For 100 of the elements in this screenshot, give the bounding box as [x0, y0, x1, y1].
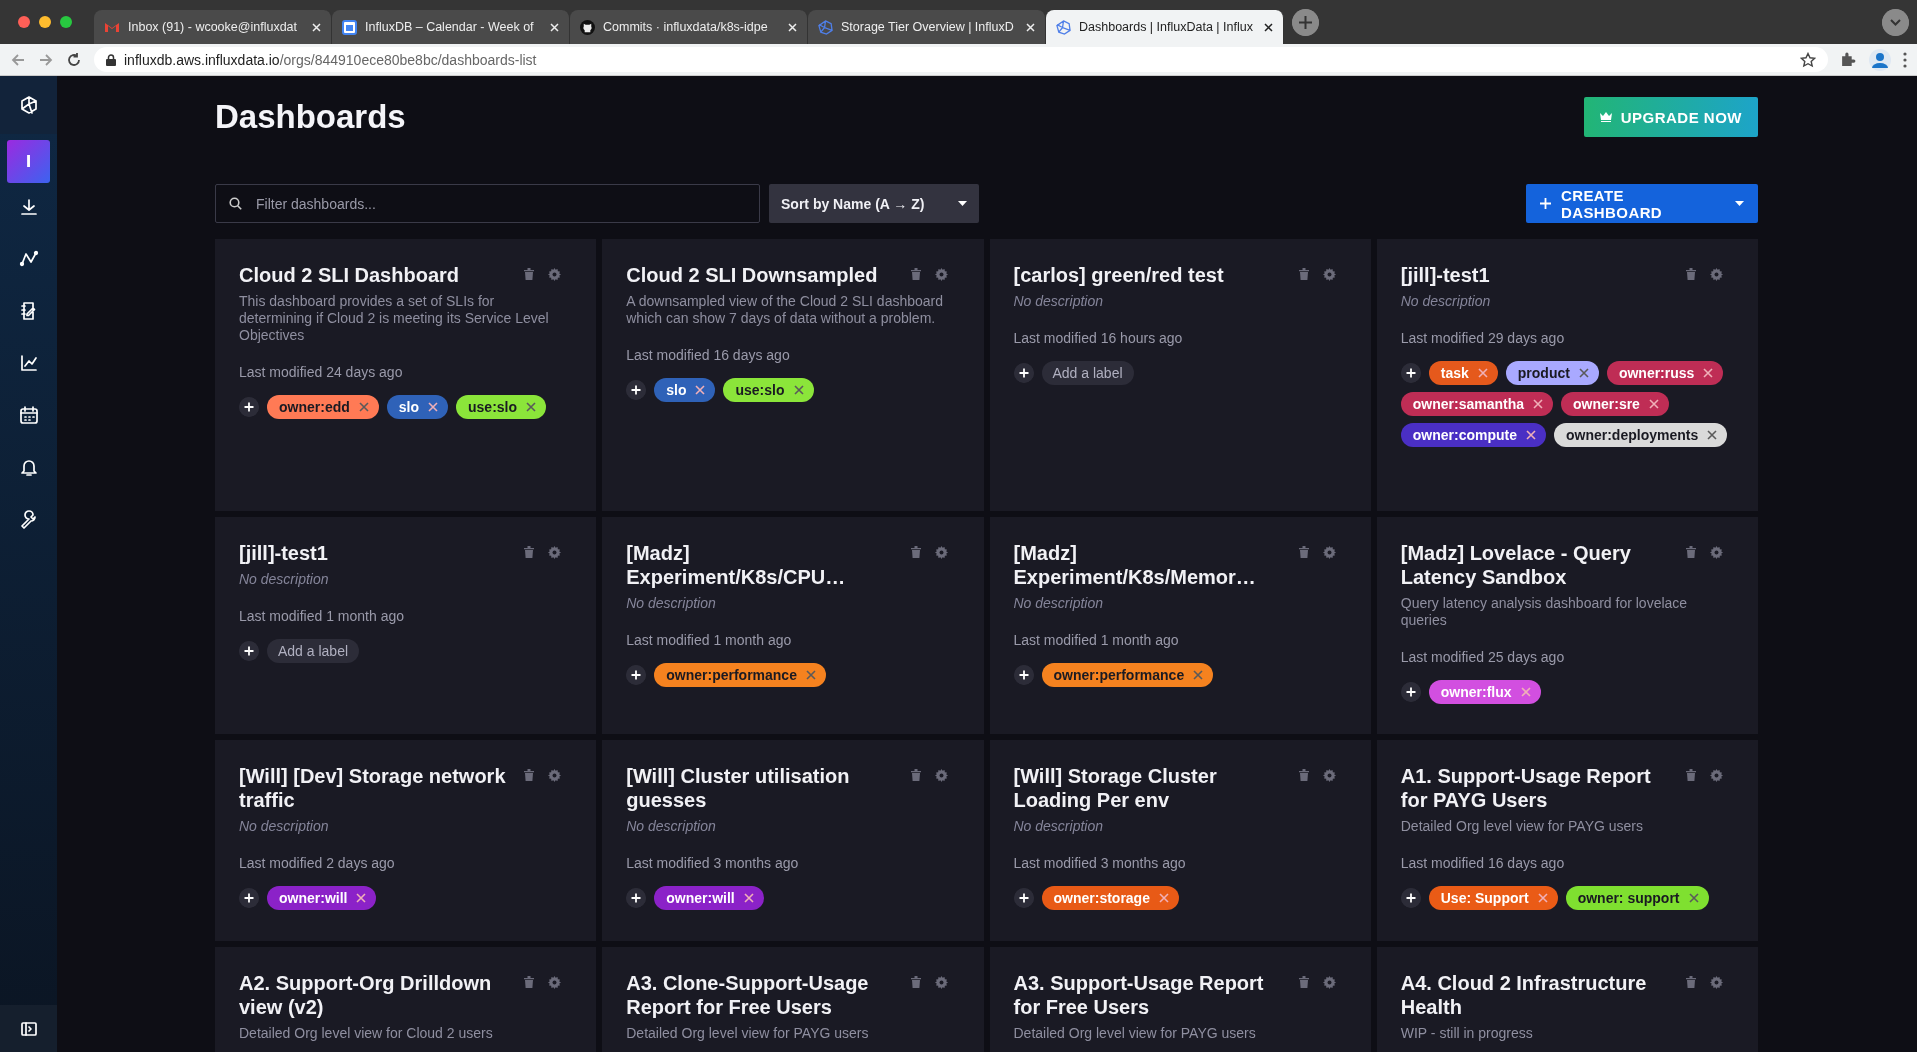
- label-tag[interactable]: owner:russ: [1606, 361, 1724, 385]
- dashboard-title[interactable]: Cloud 2 SLI Dashboard: [239, 263, 514, 287]
- settings-icon[interactable]: [935, 976, 949, 989]
- label-tag[interactable]: slo: [654, 378, 716, 402]
- close-tab-icon[interactable]: [1264, 22, 1273, 32]
- label-tag[interactable]: owner:sre: [1561, 392, 1669, 416]
- remove-icon[interactable]: [526, 402, 537, 412]
- dashboard-title[interactable]: [Madz] Experiment/K8s/Memor…: [1013, 541, 1289, 589]
- dashboard-title[interactable]: [Madz] Experiment/K8s/CPU…: [626, 541, 902, 589]
- calendar-icon[interactable]: [18, 405, 39, 425]
- dashboard-card[interactable]: [Madz] Lovelace - Query Latency Sandbox Query latency analysis dashboard for lovelace queries Last modified 25 days ago owner:flux: [1376, 517, 1758, 734]
- filter-field[interactable]: Filter dashboards...: [215, 184, 760, 223]
- dashboard-title[interactable]: [carlos] green/red test: [1013, 263, 1289, 287]
- browser-tab[interactable]: InfluxDB – Calendar - Week of: [332, 10, 570, 44]
- profile-avatar[interactable]: [1869, 48, 1891, 71]
- dashboard-title[interactable]: [Will] [Dev] Storage network traffic: [239, 764, 514, 812]
- label-tag[interactable]: owner:edd: [267, 395, 379, 419]
- label-tag[interactable]: slo: [386, 395, 448, 419]
- settings-icon[interactable]: [935, 546, 949, 559]
- label-tag[interactable]: owner:performance: [1041, 663, 1214, 687]
- trash-icon[interactable]: [1685, 268, 1696, 280]
- remove-icon[interactable]: [1648, 399, 1659, 409]
- cube-logo-icon[interactable]: [18, 95, 39, 115]
- download-icon[interactable]: [18, 197, 39, 217]
- settings-icon[interactable]: [1709, 546, 1723, 559]
- label-tag[interactable]: owner:flux: [1428, 680, 1541, 704]
- settings-icon[interactable]: [548, 976, 561, 989]
- dashboard-card[interactable]: [Will] Cluster utilisation guesses No description Last modified 3 months ago owner:will: [602, 740, 984, 941]
- menu-icon[interactable]: [1903, 51, 1907, 68]
- trash-icon[interactable]: [1298, 976, 1309, 988]
- label-tag[interactable]: use:slo: [456, 395, 547, 419]
- remove-icon[interactable]: [805, 670, 816, 680]
- label-tag[interactable]: product: [1505, 361, 1599, 385]
- settings-icon[interactable]: [1709, 976, 1723, 989]
- remove-icon[interactable]: [743, 893, 754, 903]
- settings-icon[interactable]: [1322, 769, 1336, 782]
- dashboard-card[interactable]: [Madz] Experiment/K8s/CPU… No description Last modified 1 month ago owner:performance: [602, 517, 984, 734]
- dashboard-card[interactable]: [carlos] green/red test No description Last modified 16 hours ago Add a label: [989, 239, 1371, 511]
- label-tag[interactable]: use:slo: [723, 378, 814, 402]
- tab-search-icon[interactable]: [1882, 8, 1909, 36]
- browser-tab[interactable]: Commits · influxdata/k8s-idpe: [570, 10, 808, 44]
- settings-icon[interactable]: [548, 769, 561, 782]
- remove-icon[interactable]: [428, 402, 438, 412]
- back-icon[interactable]: [10, 51, 26, 68]
- dashboard-card[interactable]: [jill]-test1 No description Last modified 1 month ago Add a label: [215, 517, 597, 734]
- remove-icon[interactable]: [1533, 399, 1543, 409]
- label-tag[interactable]: owner:deployments: [1554, 423, 1728, 447]
- trash-icon[interactable]: [1685, 546, 1696, 558]
- sort-dropdown[interactable]: Sort by Name (A → Z): [769, 184, 979, 223]
- org-avatar[interactable]: I: [7, 140, 50, 183]
- forward-icon[interactable]: [38, 51, 54, 68]
- settings-icon[interactable]: [1709, 268, 1723, 281]
- add-label-button[interactable]: Add a label: [1041, 361, 1134, 385]
- dashboard-title[interactable]: [Madz] Lovelace - Query Latency Sandbox: [1400, 541, 1676, 589]
- dashboard-title[interactable]: [Will] Cluster utilisation guesses: [626, 764, 902, 812]
- dashboard-title[interactable]: A3. Clone-Support-Usage Report for Free Users: [626, 971, 902, 1019]
- trash-icon[interactable]: [911, 268, 922, 280]
- dashboard-card[interactable]: A1. Support-Usage Report for PAYG Users Detailed Org level view for PAYG users Last modified 16 days ago Use: Support owner: support: [1376, 740, 1758, 941]
- trash-icon[interactable]: [911, 769, 922, 781]
- label-tag[interactable]: owner:storage: [1041, 886, 1179, 910]
- label-tag[interactable]: Use: Support: [1428, 886, 1558, 910]
- remove-icon[interactable]: [356, 893, 367, 903]
- dashboard-card[interactable]: [jill]-test1 No description Last modified 29 days ago task product owner:russ owner:samantha owner:sre owner:compute owner:deployments: [1376, 239, 1758, 511]
- reload-icon[interactable]: [66, 51, 82, 68]
- settings-icon[interactable]: [935, 268, 949, 281]
- settings-icon[interactable]: [1322, 976, 1336, 989]
- dashboard-card[interactable]: A4. Cloud 2 Infrastructure Health WIP - still in progress: [1376, 947, 1758, 1052]
- remove-icon[interactable]: [695, 385, 706, 395]
- trash-icon[interactable]: [1298, 268, 1309, 280]
- puzzle-icon[interactable]: [1840, 51, 1857, 68]
- dashboard-card[interactable]: [Will] [Dev] Storage network traffic No description Last modified 2 days ago owner:will: [215, 740, 597, 941]
- dashboard-title[interactable]: [jill]-test1: [239, 541, 514, 565]
- line-graph-icon[interactable]: [18, 249, 39, 269]
- trash-icon[interactable]: [911, 546, 922, 558]
- settings-icon[interactable]: [548, 546, 561, 559]
- dashboard-title[interactable]: A3. Support-Usage Report for Free Users: [1013, 971, 1289, 1019]
- create-dashboard-button[interactable]: CREATE DASHBOARD: [1526, 184, 1758, 223]
- new-tab-icon[interactable]: [1292, 8, 1319, 36]
- trash-icon[interactable]: [524, 546, 534, 558]
- browser-tab[interactable]: Dashboards | InfluxData | Influx: [1046, 10, 1284, 44]
- chart-icon[interactable]: [18, 353, 39, 373]
- dashboard-title[interactable]: A4. Cloud 2 Infrastructure Health: [1400, 971, 1676, 1019]
- remove-icon[interactable]: [1707, 430, 1718, 440]
- wrench-icon[interactable]: [18, 509, 39, 529]
- remove-icon[interactable]: [1578, 368, 1589, 378]
- label-tag[interactable]: owner:will: [267, 886, 377, 910]
- dashboard-card[interactable]: A3. Clone-Support-Usage Report for Free Users Detailed Org level view for PAYG users: [602, 947, 984, 1052]
- label-tag[interactable]: owner:performance: [654, 663, 826, 687]
- address-bar[interactable]: influxdb.aws.influxdata.io/orgs/844910ece80be8bc/dashboards-list: [94, 47, 1828, 72]
- trash-icon[interactable]: [1685, 769, 1696, 781]
- label-tag[interactable]: owner:will: [654, 886, 764, 910]
- dashboard-card[interactable]: Cloud 2 SLI Dashboard This dashboard provides a set of SLIs for determining if Cloud 2 is meeting its Service Level Objectives Last modified 24 days ago owner:edd slo use:slo: [215, 239, 597, 511]
- label-tag[interactable]: owner:samantha: [1400, 392, 1553, 416]
- dashboard-card[interactable]: A2. Support-Org Drilldown view (v2) Detailed Org level view for Cloud 2 users: [215, 947, 597, 1052]
- settings-icon[interactable]: [1322, 546, 1336, 559]
- settings-icon[interactable]: [1322, 268, 1336, 281]
- dashboard-title[interactable]: [Will] Storage Cluster Loading Per env: [1013, 764, 1289, 812]
- settings-icon[interactable]: [1709, 769, 1723, 782]
- trash-icon[interactable]: [524, 976, 534, 988]
- dashboard-title[interactable]: [jill]-test1: [1400, 263, 1676, 287]
